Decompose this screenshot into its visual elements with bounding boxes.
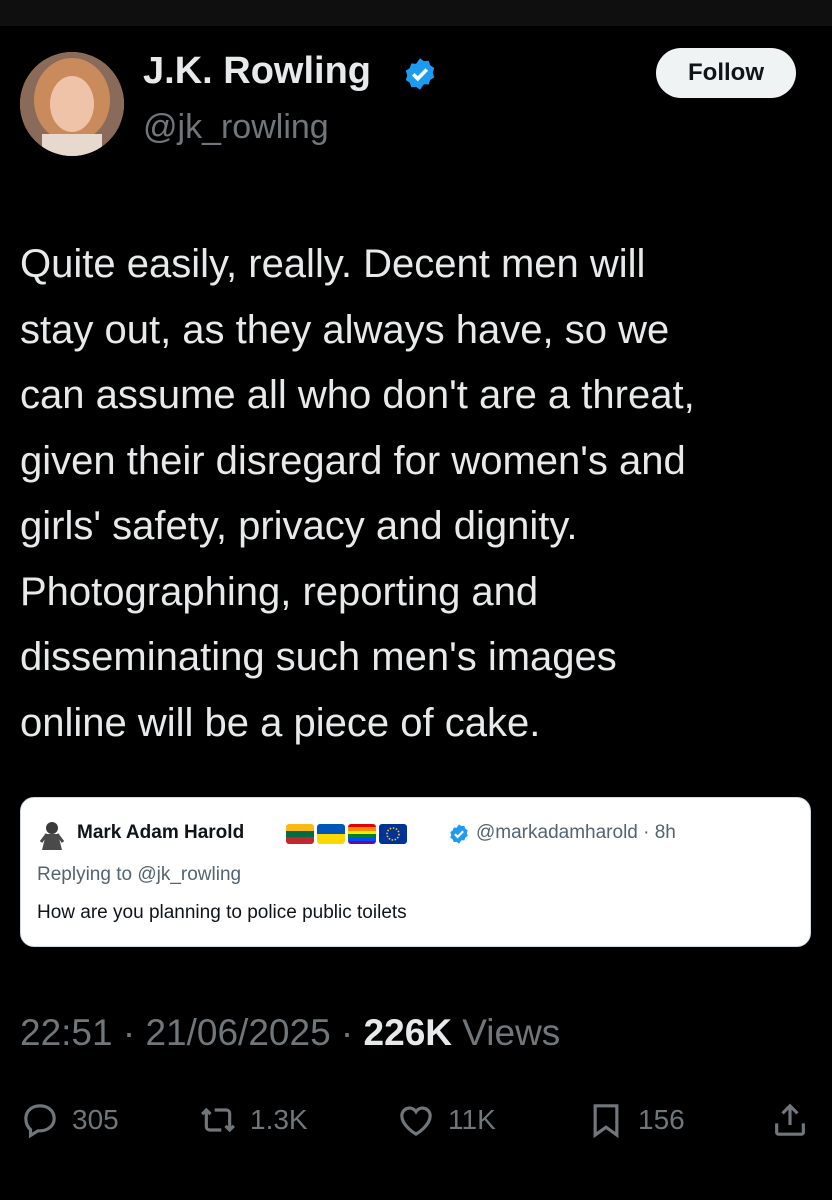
- quoted-verified-badge-icon: [450, 824, 468, 844]
- heart-icon: [400, 1106, 432, 1137]
- like-count: 11K: [448, 1104, 496, 1135]
- bookmark-icon: [593, 1104, 619, 1139]
- quoted-tweet[interactable]: Mark Adam Harold @markadamharold · 8h Re…: [20, 797, 811, 947]
- follow-button[interactable]: Follow: [656, 48, 796, 98]
- repost-button[interactable]: 1.3K: [198, 1090, 308, 1150]
- replying-to: Replying to @jk_rowling: [37, 864, 242, 885]
- bookmark-button[interactable]: 156: [586, 1090, 685, 1150]
- reply-icon: [24, 1104, 56, 1139]
- like-button[interactable]: 11K: [396, 1090, 496, 1150]
- share-button[interactable]: [770, 1090, 810, 1150]
- rainbow-flag-icon: [348, 824, 376, 844]
- share-icon: [775, 1103, 805, 1136]
- status-bar: [0, 0, 832, 26]
- author-avatar[interactable]: [20, 52, 124, 156]
- profile-flags: [286, 824, 407, 844]
- eu-flag-icon: [379, 824, 407, 844]
- lithuania-flag-icon: [286, 824, 314, 844]
- views-count: 226K: [363, 1012, 452, 1053]
- verified-badge-icon: [405, 58, 435, 90]
- quoted-text: How are you planning to police public to…: [37, 902, 407, 923]
- quoted-handle-time: @markadamharold · 8h: [476, 822, 676, 843]
- repost-icon: [201, 1107, 235, 1133]
- views-label: Views: [452, 1012, 561, 1053]
- reply-count: 305: [72, 1104, 119, 1135]
- bookmark-count: 156: [638, 1104, 685, 1135]
- quoted-author-name: Mark Adam Harold: [77, 822, 245, 843]
- tweet-meta: 22:51 · 21/06/2025 · 226K Views: [20, 1012, 560, 1054]
- author-handle[interactable]: @jk_rowling: [143, 108, 329, 147]
- tweet-text: Quite easily, really. Decent men will st…: [20, 242, 695, 745]
- action-bar: 305 1.3K 11K 156: [0, 1090, 832, 1150]
- repost-count: 1.3K: [250, 1104, 308, 1135]
- reply-button[interactable]: 305: [20, 1090, 119, 1150]
- ukraine-flag-icon: [317, 824, 345, 844]
- author-name[interactable]: J.K. Rowling: [143, 50, 371, 93]
- quoted-author-avatar: [39, 822, 65, 850]
- timestamp[interactable]: 22:51 · 21/06/2025 ·: [20, 1012, 364, 1053]
